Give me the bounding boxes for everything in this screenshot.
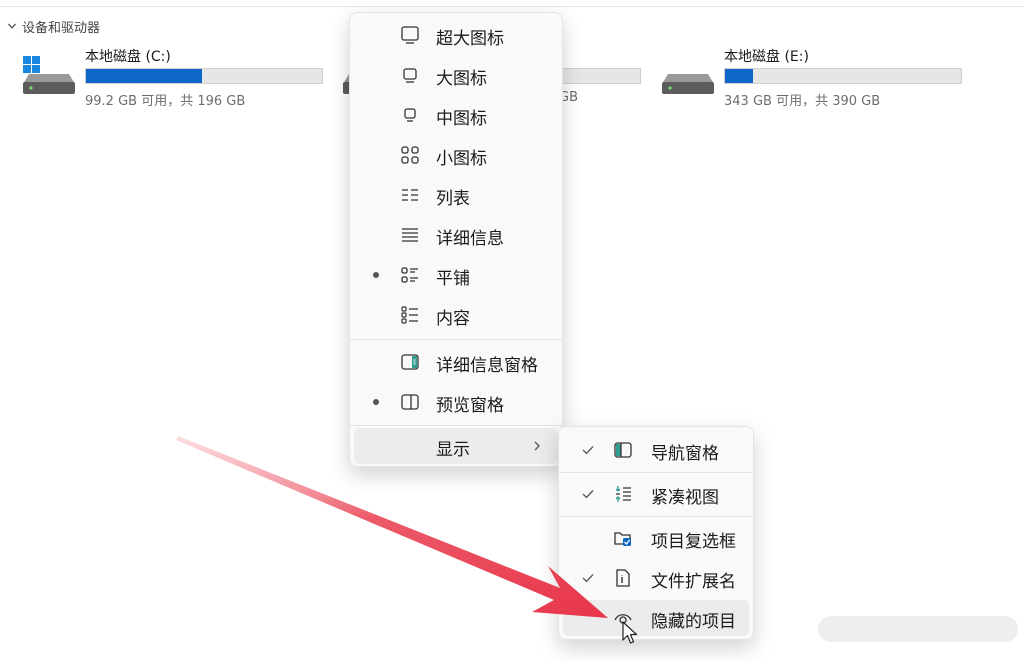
item-checkbox-icon	[613, 528, 633, 548]
tiles-icon	[400, 265, 420, 285]
menu-item-label: 内容	[436, 309, 470, 329]
submenu-item-item-checkboxes[interactable]: 项目复选框	[563, 520, 749, 556]
menu-item-label: 小图标	[436, 149, 487, 169]
windows-drive-icon	[23, 56, 81, 96]
menu-item-small-icons[interactable]: 小图标	[354, 137, 558, 173]
free-space-text: 99.2 GB 可用，共 196 GB	[85, 94, 246, 109]
menu-item-label: 项目复选框	[651, 532, 736, 552]
content-icon	[400, 305, 420, 325]
submenu-item-compact-view[interactable]: 紧凑视图	[563, 476, 749, 512]
view-context-menu: 超大图标 大图标 中图标 小图标 列表 详细信息 平铺 内容 详细信息窗格 预览…	[349, 12, 563, 467]
top-divider	[0, 6, 1024, 7]
details-pane-icon	[400, 352, 420, 372]
drive-label: 本地磁盘 (E:)	[724, 49, 809, 65]
show-submenu: 导航窗格 紧凑视图 项目复选框 文件扩展名 隐藏的项目	[558, 426, 754, 640]
menu-item-label: 导航窗格	[651, 444, 719, 464]
checkmark-icon	[581, 440, 597, 460]
small-icons-icon	[400, 145, 420, 165]
usage-bar	[724, 68, 962, 84]
usage-fill	[86, 69, 202, 83]
usage-bar	[85, 68, 323, 84]
menu-separator	[559, 516, 753, 517]
menu-separator	[350, 339, 562, 340]
drive-c[interactable]: 本地磁盘 (C:) 99.2 GB 可用，共 196 GB	[23, 46, 333, 116]
menu-item-label: 显示	[436, 440, 470, 460]
menu-item-details-pane[interactable]: 详细信息窗格	[354, 344, 558, 380]
menu-item-details[interactable]: 详细信息	[354, 217, 558, 253]
menu-item-tiles[interactable]: 平铺	[354, 257, 558, 293]
submenu-item-hidden-items[interactable]: 隐藏的项目	[563, 600, 749, 636]
section-title: 设备和驱动器	[22, 20, 101, 36]
menu-item-label: 列表	[436, 189, 470, 209]
mouse-cursor-icon	[622, 621, 638, 644]
watermark-blur	[818, 616, 1018, 642]
large-icons-icon	[400, 65, 420, 85]
menu-item-label: 紧凑视图	[651, 488, 719, 508]
menu-item-label: 详细信息窗格	[436, 356, 538, 376]
menu-item-label: 预览窗格	[436, 396, 504, 416]
menu-item-list[interactable]: 列表	[354, 177, 558, 213]
drive-label: 本地磁盘 (C:)	[85, 49, 171, 65]
menu-item-label: 平铺	[436, 269, 470, 289]
menu-item-label: 超大图标	[436, 29, 504, 49]
medium-icons-icon	[400, 105, 420, 125]
menu-item-label: 大图标	[436, 69, 487, 89]
compact-view-icon	[613, 484, 633, 504]
extra-large-icons-icon	[400, 25, 420, 45]
menu-item-label: 隐藏的项目	[651, 612, 736, 632]
drive-e[interactable]: 本地磁盘 (E:) 343 GB 可用，共 390 GB	[662, 46, 972, 116]
details-icon	[400, 225, 420, 245]
chevron-down-icon[interactable]	[4, 18, 20, 34]
selected-bullet-icon	[373, 272, 379, 278]
navigation-pane-icon	[613, 440, 633, 460]
selected-bullet-icon	[373, 399, 379, 405]
hard-drive-icon	[662, 56, 720, 96]
menu-item-medium-icons[interactable]: 中图标	[354, 97, 558, 133]
list-icon	[400, 185, 420, 205]
menu-separator	[559, 472, 753, 473]
preview-pane-icon	[400, 392, 420, 412]
menu-item-label: 文件扩展名	[651, 572, 736, 592]
submenu-item-navigation-pane[interactable]: 导航窗格	[563, 432, 749, 468]
menu-item-preview-pane[interactable]: 预览窗格	[354, 384, 558, 420]
menu-item-large-icons[interactable]: 大图标	[354, 57, 558, 93]
chevron-right-icon	[530, 438, 544, 454]
section-devices-and-drives[interactable]: 设备和驱动器	[4, 16, 100, 36]
free-space-text: 343 GB 可用，共 390 GB	[724, 94, 881, 109]
menu-item-label: 详细信息	[436, 229, 504, 249]
menu-item-extra-large-icons[interactable]: 超大图标	[354, 17, 558, 53]
menu-item-label: 中图标	[436, 109, 487, 129]
menu-separator	[350, 425, 562, 426]
menu-item-show[interactable]: 显示	[354, 428, 558, 464]
checkmark-icon	[581, 484, 597, 504]
file-extension-icon	[613, 568, 633, 588]
usage-fill	[725, 69, 754, 83]
checkmark-icon	[581, 568, 597, 588]
submenu-item-file-extensions[interactable]: 文件扩展名	[563, 560, 749, 596]
menu-item-content[interactable]: 内容	[354, 297, 558, 333]
